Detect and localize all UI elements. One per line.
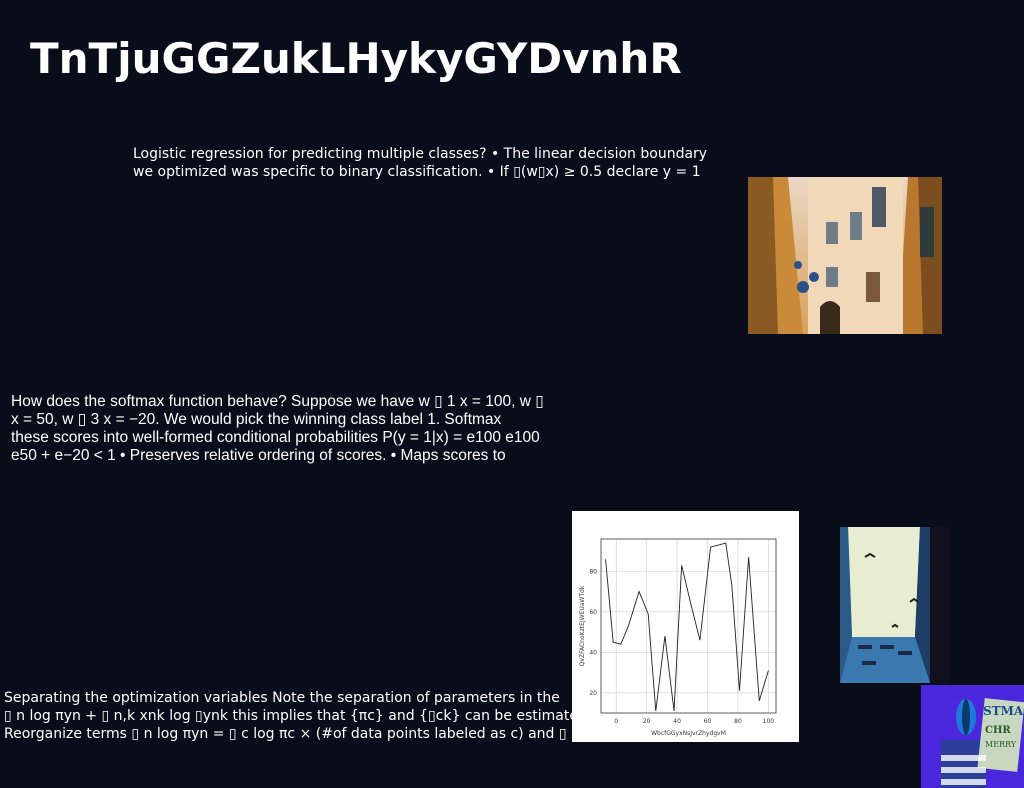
poster-image: STMAS CHR MERRY bbox=[921, 685, 1024, 788]
x-axis-label: WbcfGGyxNsJvrZhydgvM bbox=[651, 730, 726, 737]
slide-title: TnTjuGGZukLHykyGYDvnhR bbox=[30, 34, 682, 83]
x-tick-label: 40 bbox=[673, 718, 681, 725]
building-photo bbox=[748, 177, 942, 334]
x-tick-label: 60 bbox=[704, 718, 712, 725]
y-tick-label: 20 bbox=[589, 690, 597, 697]
series-line bbox=[605, 542, 769, 712]
svg-text:CHR: CHR bbox=[985, 725, 1011, 736]
x-tick-label: 0 bbox=[614, 718, 618, 725]
text-line: ▯ n log πyn + ▯ n,k xnk log ▯ynk this im… bbox=[4, 708, 587, 724]
text-line: these scores into well-formed conditiona… bbox=[11, 429, 540, 446]
paragraph-optimization: Separating the optimization variables No… bbox=[4, 689, 587, 743]
x-tick-label: 20 bbox=[643, 718, 651, 725]
chart-grid bbox=[601, 539, 776, 713]
alley-photo bbox=[840, 527, 950, 683]
chart-lines bbox=[605, 542, 769, 712]
paragraph-logistic-regression: Logistic regression for predicting multi… bbox=[133, 145, 707, 181]
svg-text:MERRY: MERRY bbox=[985, 740, 1017, 749]
y-tick-label: 60 bbox=[589, 609, 597, 616]
x-tick-label: 100 bbox=[763, 718, 775, 725]
plot-frame bbox=[600, 538, 777, 714]
y-axis-label: QvZFACnoKztEJWEUaWTdk bbox=[579, 585, 586, 666]
svg-text:STMAS: STMAS bbox=[983, 704, 1024, 718]
text-line: Logistic regression for predicting multi… bbox=[133, 146, 708, 162]
text-line: x = 50, w ▯ 3 x = −20. We would pick the… bbox=[11, 411, 502, 428]
y-tick-label: 40 bbox=[589, 649, 597, 656]
paragraph-softmax: How does the softmax function behave? Su… bbox=[11, 393, 544, 465]
x-tick-label: 80 bbox=[734, 718, 742, 725]
text-line: Reorganize terms ▯ n log πyn = ▯ c log π… bbox=[4, 726, 567, 742]
text-line: Separating the optimization variables No… bbox=[4, 690, 560, 706]
text-line: we optimized was specific to binary clas… bbox=[133, 164, 701, 180]
text-line: e50 + e−20 < 1 • Preserves relative orde… bbox=[11, 447, 506, 464]
line-chart: 0 20 40 60 80 100 20 40 60 80 WbcfGGyxNsJvrZhydgv… bbox=[572, 511, 799, 742]
text-line: How does the softmax function behave? Su… bbox=[11, 393, 544, 410]
y-tick-label: 80 bbox=[589, 568, 597, 575]
chart-svg: 0 20 40 60 80 100 20 40 60 80 WbcfGGyxNsJvrZhydgv… bbox=[579, 538, 777, 737]
